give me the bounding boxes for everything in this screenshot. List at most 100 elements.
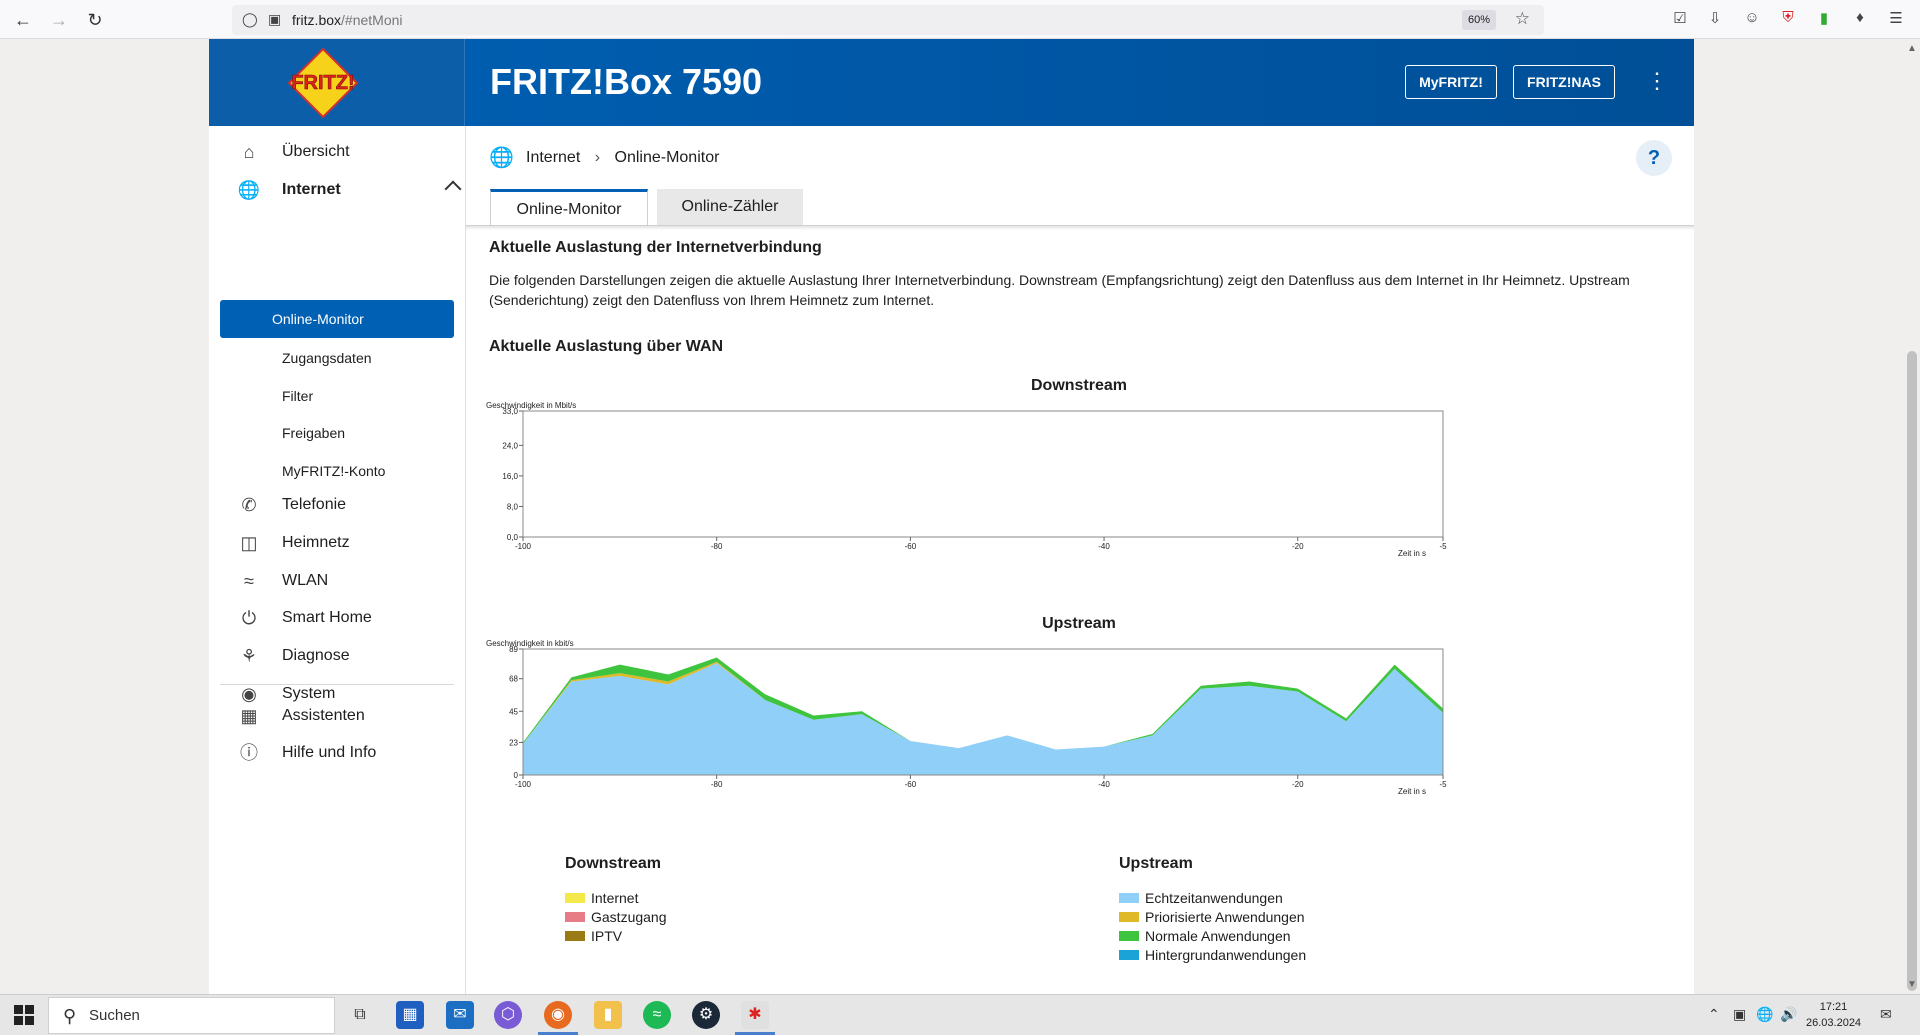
sidebar-sub-myfritz-konto[interactable]: MyFRITZ!-Konto xyxy=(282,463,385,479)
legend-swatch xyxy=(1119,931,1139,941)
scroll-down-icon[interactable]: ▼ xyxy=(1907,979,1917,990)
tray-volume-icon[interactable]: 🔊 xyxy=(1780,1006,1797,1023)
sidebar-sub-online-monitor[interactable]: Online-Monitor xyxy=(220,300,454,338)
sidebar-item-assistenten[interactable]: ▦ Assistenten xyxy=(236,701,456,731)
account-icon[interactable]: ☺ xyxy=(1742,9,1762,26)
shield-icon[interactable]: ◯ xyxy=(242,11,258,28)
browser-toolbar: ← → ↻ ◯ ▣ fritz.box/#netMoni 60% ☆ ☑ ⇩ ☺… xyxy=(0,0,1920,39)
y-tick-label: 0,0 xyxy=(507,533,519,542)
tab-online-monitor[interactable]: Online-Monitor xyxy=(490,189,648,227)
zoom-level[interactable]: 60% xyxy=(1461,10,1496,30)
scroll-thumb[interactable] xyxy=(1907,351,1917,991)
sidebar-item-wlan[interactable]: ≈ WLAN xyxy=(236,566,456,596)
more-menu-icon[interactable]: ⋮ xyxy=(1646,65,1668,99)
legend-label: IPTV xyxy=(591,928,623,944)
x-tick-label: -20 xyxy=(1292,542,1304,551)
myfritz-button[interactable]: MyFRITZ! xyxy=(1405,65,1497,99)
y-tick-label: 0 xyxy=(514,771,519,780)
reload-icon[interactable]: ↻ xyxy=(83,8,107,32)
sidebar-item-diagnose[interactable]: ⚘ Diagnose xyxy=(236,641,456,671)
steam-icon[interactable]: ⚙ xyxy=(692,1001,720,1029)
smart-home-icon: ⏻ xyxy=(241,608,257,628)
x-axis-label: Zeit in s xyxy=(1398,549,1426,558)
url-bar[interactable]: ◯ ▣ fritz.box/#netMoni 60% ☆ xyxy=(232,5,1544,35)
sidebar-item-telefonie[interactable]: ✆ Telefonie xyxy=(236,490,456,520)
fritz-app-icon[interactable]: ✱ xyxy=(741,1001,769,1029)
globe-icon: 🌐 xyxy=(489,147,514,169)
tray-chevron-up-icon[interactable]: ⌃ xyxy=(1708,1006,1720,1023)
sidebar-sub-zugangsdaten[interactable]: Zugangsdaten xyxy=(282,350,372,366)
breadcrumb-current: Online-Monitor xyxy=(614,149,720,166)
back-icon[interactable]: ← xyxy=(11,8,35,32)
network-icon: ◫ xyxy=(240,533,258,553)
task-view-icon[interactable]: ⧉ xyxy=(346,1001,374,1029)
logo-text: FRITZ! xyxy=(291,72,354,94)
phone-icon: ✆ xyxy=(241,495,257,515)
legend-downstream-title: Downstream xyxy=(565,855,662,872)
legend-label: Internet xyxy=(591,890,639,906)
firefox-icon[interactable]: ◉ xyxy=(544,1001,572,1029)
url-text[interactable]: fritz.box/#netMoni xyxy=(292,12,403,28)
help-icon: ⓘ xyxy=(240,743,258,763)
y-tick-label: 33,0 xyxy=(502,407,518,416)
forward-icon[interactable]: → xyxy=(47,8,71,32)
legend-upstream-title: Upstream xyxy=(1119,855,1193,872)
fritznas-button[interactable]: FRITZ!NAS xyxy=(1513,65,1615,99)
sidebar-item-internet[interactable]: 🌐 Internet xyxy=(236,175,462,205)
header: FRITZ! FRITZ!Box 7590 MyFRITZ! FRITZ!NAS… xyxy=(209,39,1694,126)
sidebar-sub-freigaben[interactable]: Freigaben xyxy=(282,425,345,441)
tab-online-zaehler[interactable]: Online-Zähler xyxy=(657,189,803,227)
taskbar-search[interactable]: ⚲ Suchen xyxy=(48,997,335,1034)
sidebar-divider xyxy=(220,684,454,685)
chevron-up-icon[interactable] xyxy=(444,180,462,198)
y-tick-label: 89 xyxy=(509,645,518,654)
x-tick-label: -40 xyxy=(1098,780,1110,789)
store-icon[interactable]: ▦ xyxy=(396,1001,424,1029)
scroll-up-icon[interactable]: ▲ xyxy=(1907,43,1917,54)
extension-green-icon[interactable]: ▮ xyxy=(1814,9,1834,27)
page-scrollbar[interactable]: ▲ ▼ xyxy=(1904,39,1920,994)
ublock-icon[interactable]: ⛨ xyxy=(1778,9,1798,26)
sidebar-sub-filter[interactable]: Filter xyxy=(282,388,313,404)
bookmark-star-icon[interactable]: ☆ xyxy=(1515,9,1530,29)
diagnose-icon: ⚘ xyxy=(240,646,258,666)
logo-area[interactable]: FRITZ! xyxy=(209,39,465,126)
tray-meet-icon[interactable]: ▣ xyxy=(1733,1006,1746,1023)
taskbar: ⚲ Suchen ⧉ ▦ ✉ ⬡ ◉ ▮ ≈ ⚙ ✱ ⌃ ▣ 🌐 🔊 17:21… xyxy=(0,994,1920,1035)
page-title: FRITZ!Box 7590 xyxy=(490,61,763,102)
fritz-logo[interactable]: FRITZ! xyxy=(287,47,359,119)
y-tick-label: 23 xyxy=(509,738,518,747)
spotify-icon[interactable]: ≈ xyxy=(643,1001,671,1029)
wifi-icon: ≈ xyxy=(244,571,254,591)
sidebar-item-uebersicht[interactable]: ⌂ Übersicht xyxy=(236,137,456,167)
sidebar-item-hilfe[interactable]: ⓘ Hilfe und Info xyxy=(236,738,456,768)
lock-icon[interactable]: ▣ xyxy=(268,11,281,28)
breadcrumb: Internet › Online-Monitor xyxy=(526,146,719,170)
menu-icon[interactable]: ☰ xyxy=(1886,9,1906,27)
sidebar-item-heimnetz[interactable]: ◫ Heimnetz xyxy=(236,528,456,558)
x-tick-label: -5 xyxy=(1439,542,1447,551)
sidebar-item-smart-home[interactable]: ⏻ Smart Home xyxy=(236,603,456,633)
explorer-icon[interactable]: ▮ xyxy=(594,1001,622,1029)
y-tick-label: 24,0 xyxy=(502,441,518,450)
legend-label: Priorisierte Anwendungen xyxy=(1145,909,1305,925)
taskbar-clock[interactable]: 17:21 26.03.2024 xyxy=(1806,999,1861,1031)
app-hex-icon[interactable]: ⬡ xyxy=(494,1001,522,1029)
tab-shadow xyxy=(466,226,1694,230)
extensions-icon[interactable]: ♦ xyxy=(1850,9,1870,26)
y-axis-label: Geschwindigkeit in Mbit/s xyxy=(486,401,576,410)
notification-icon[interactable]: ✉ xyxy=(1880,1006,1892,1023)
legend-swatch xyxy=(565,912,585,922)
x-tick-label: -60 xyxy=(905,542,917,551)
upstream-chart-title: Upstream xyxy=(1042,615,1116,632)
help-button[interactable]: ? xyxy=(1636,140,1672,176)
pocket-icon[interactable]: ☑ xyxy=(1670,9,1690,27)
mail-icon[interactable]: ✉ xyxy=(446,1001,474,1029)
tray-network-icon[interactable]: 🌐 xyxy=(1756,1006,1773,1023)
x-tick-label: -80 xyxy=(711,780,723,789)
breadcrumb-internet[interactable]: Internet xyxy=(526,149,580,166)
y-tick-label: 45 xyxy=(509,707,518,716)
download-icon[interactable]: ⇩ xyxy=(1705,9,1725,27)
windows-start-icon[interactable] xyxy=(14,1005,34,1025)
globe-icon: 🌐 xyxy=(237,180,261,200)
